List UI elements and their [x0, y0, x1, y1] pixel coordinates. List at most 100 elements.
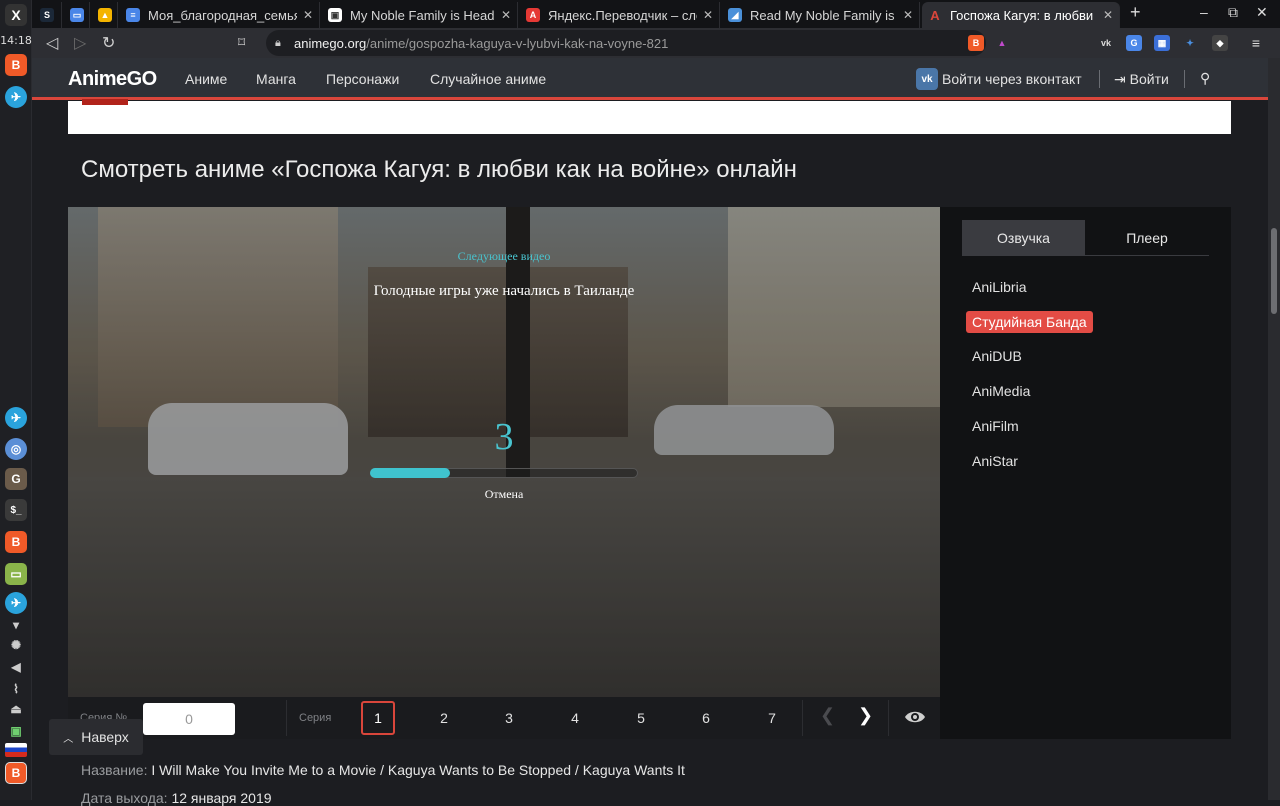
header-divider	[1099, 70, 1100, 88]
episode-number-input[interactable]	[143, 703, 235, 735]
brave-icon[interactable]: B	[5, 531, 27, 553]
eject-icon[interactable]: ⏏	[5, 698, 27, 720]
episode-button[interactable]: 2	[427, 701, 461, 735]
bookmark-icon[interactable]: ⌑	[238, 34, 245, 51]
close-tab-icon[interactable]: ✕	[303, 8, 313, 22]
eye-icon[interactable]	[904, 709, 926, 725]
site-logo[interactable]: AnimeGO	[68, 68, 157, 91]
page-icon: ▣	[328, 8, 342, 22]
close-tab-icon[interactable]: ✕	[703, 8, 713, 22]
tab-reader[interactable]: ◢ Read My Noble Family is ✕	[722, 2, 920, 28]
next-video-label: Следующее видео	[457, 249, 551, 263]
dub-option[interactable]: AniDUB	[966, 345, 1028, 367]
system-dock: X 14:18 B ✈ ✈ ◎ G $_ B ▭ ✈ ▾ ✺ ◀ ⌇ ⏏ ▣ B	[0, 0, 32, 800]
tab-title: My Noble Family is Heade	[350, 7, 495, 23]
tab-steam[interactable]: S	[34, 2, 62, 28]
autoplay-countdown: 3	[494, 416, 514, 458]
episode-button[interactable]: 7	[755, 701, 789, 735]
files-icon[interactable]: ▭	[5, 563, 27, 585]
new-tab-icon[interactable]: +	[1130, 2, 1141, 23]
close-tab-icon[interactable]: ✕	[903, 8, 913, 22]
dub-option[interactable]: AniStar	[966, 450, 1024, 472]
login-button[interactable]: ⇥ Войти	[1114, 71, 1169, 88]
close-window-icon[interactable]: ✕	[1256, 4, 1268, 21]
tab-novel[interactable]: ▣ My Noble Family is Heade ✕	[322, 2, 518, 28]
wallet-extension-icon[interactable]: ◆	[1212, 35, 1228, 51]
settings-icon[interactable]: ✺	[5, 634, 27, 656]
tab-messages[interactable]: ▭	[64, 2, 90, 28]
episode-button[interactable]: 3	[492, 701, 526, 735]
animego-icon: A	[930, 7, 940, 23]
page-scrollbar[interactable]	[1268, 58, 1280, 800]
tab-player[interactable]: Плеер	[1085, 220, 1209, 256]
close-tab-icon[interactable]: ✕	[1103, 8, 1113, 22]
divider	[802, 700, 803, 736]
release-date-row: Дата выхода: 12 января 2019	[81, 790, 272, 806]
brave-shields-icon[interactable]: B	[968, 35, 984, 51]
translate-extension-icon[interactable]: G	[1126, 35, 1142, 51]
x-logo-icon[interactable]: X	[5, 4, 27, 26]
nav-characters[interactable]: Персонажи	[326, 71, 399, 87]
dub-option[interactable]: AniLibria	[966, 276, 1032, 298]
back-to-top-button[interactable]: ︿ Наверх	[49, 719, 143, 755]
reload-icon[interactable]: ↻	[102, 33, 115, 53]
divider	[286, 700, 287, 736]
previous-episode-icon[interactable]: ❮	[820, 705, 835, 726]
vk-login-button[interactable]: vk Войти через вконтакт	[916, 68, 1082, 90]
vk-extension-icon[interactable]: vk	[1098, 35, 1114, 51]
gimp-icon[interactable]: G	[5, 468, 27, 490]
episode-button[interactable]: 1	[361, 701, 395, 735]
episode-button[interactable]: 5	[624, 701, 658, 735]
brave-icon[interactable]: B	[5, 54, 27, 76]
telegram-icon[interactable]: ✈	[5, 86, 27, 108]
calendar-extension-icon[interactable]: ▦	[1154, 35, 1170, 51]
tab-title: Яндекс.Переводчик – сло	[548, 7, 697, 23]
chromium-icon[interactable]: ◎	[5, 438, 27, 460]
dub-option[interactable]: AniFilm	[966, 415, 1025, 437]
name-label: Название:	[81, 762, 148, 778]
minimize-icon[interactable]: –	[1200, 4, 1208, 20]
tab-animego[interactable]: A Госпожа Кагуя: в любви ✕	[922, 2, 1120, 28]
episode-button[interactable]: 6	[689, 701, 723, 735]
video-player[interactable]: Следующее видео Голодные игры уже начали…	[68, 207, 940, 697]
date-value: 12 января 2019	[171, 790, 272, 806]
tab-translator[interactable]: A Яндекс.Переводчик – сло ✕	[520, 2, 720, 28]
dub-option[interactable]: Студийная Банда	[966, 310, 1093, 333]
episode-button[interactable]: 4	[558, 701, 592, 735]
telegram-icon[interactable]: ✈	[5, 407, 27, 429]
nav-anime[interactable]: Аниме	[185, 71, 227, 87]
maximize-icon[interactable]: ⧉	[1228, 4, 1238, 21]
package-icon[interactable]: ▣	[5, 720, 27, 742]
dub-option[interactable]: AniMedia	[966, 380, 1036, 402]
reader-icon: ◢	[728, 8, 742, 22]
cancel-autoplay-button[interactable]: Отмена	[68, 487, 940, 502]
menu-icon[interactable]: ≡	[1248, 35, 1264, 51]
volume-icon[interactable]: ◀	[5, 656, 27, 678]
scrollbar-thumb[interactable]	[1271, 228, 1277, 314]
terminal-icon[interactable]: $_	[5, 499, 27, 521]
next-video-title[interactable]: Голодные игры уже начались в Таиланде	[68, 283, 940, 300]
login-icon: ⇥	[1114, 71, 1130, 87]
close-tab-icon[interactable]: ✕	[501, 8, 511, 22]
episode-bar: Серия № Серия 1234567 ❮ ❯	[68, 697, 940, 739]
tab-title: Госпожа Кагуя: в любви	[950, 7, 1094, 23]
clip-icon[interactable]: ⌇	[5, 678, 27, 700]
series-label: Серия	[299, 712, 332, 724]
forward-icon[interactable]: ▷	[74, 33, 86, 53]
brave-rewards-icon[interactable]: ▲	[994, 35, 1010, 51]
search-icon[interactable]: ⚲	[1200, 70, 1210, 87]
puzzle-extension-icon[interactable]: ✦	[1182, 35, 1198, 51]
back-icon[interactable]: ◁	[46, 33, 58, 53]
tab-document[interactable]: ≡ Моя_благородная_семья ✕	[120, 2, 320, 28]
tab-voiceover[interactable]: Озвучка	[962, 220, 1085, 256]
nav-random-anime[interactable]: Случайное аниме	[430, 71, 546, 87]
nav-manga[interactable]: Манга	[256, 71, 296, 87]
wifi-icon[interactable]: ▾	[5, 614, 27, 636]
browser-tab-strip: S ▭ ▲ ≡ Моя_благородная_семья ✕ ▣ My Nob…	[32, 0, 1280, 28]
telegram-tray-icon[interactable]: ✈	[5, 592, 27, 614]
next-episode-icon[interactable]: ❯	[858, 705, 873, 726]
brave-icon[interactable]: B	[5, 762, 27, 784]
language-flag-icon[interactable]	[5, 743, 27, 757]
tab-drive[interactable]: ▲	[92, 2, 118, 28]
address-bar[interactable]: 🔒︎ animego.org/anime/gospozha-kaguya-v-l…	[266, 30, 986, 56]
